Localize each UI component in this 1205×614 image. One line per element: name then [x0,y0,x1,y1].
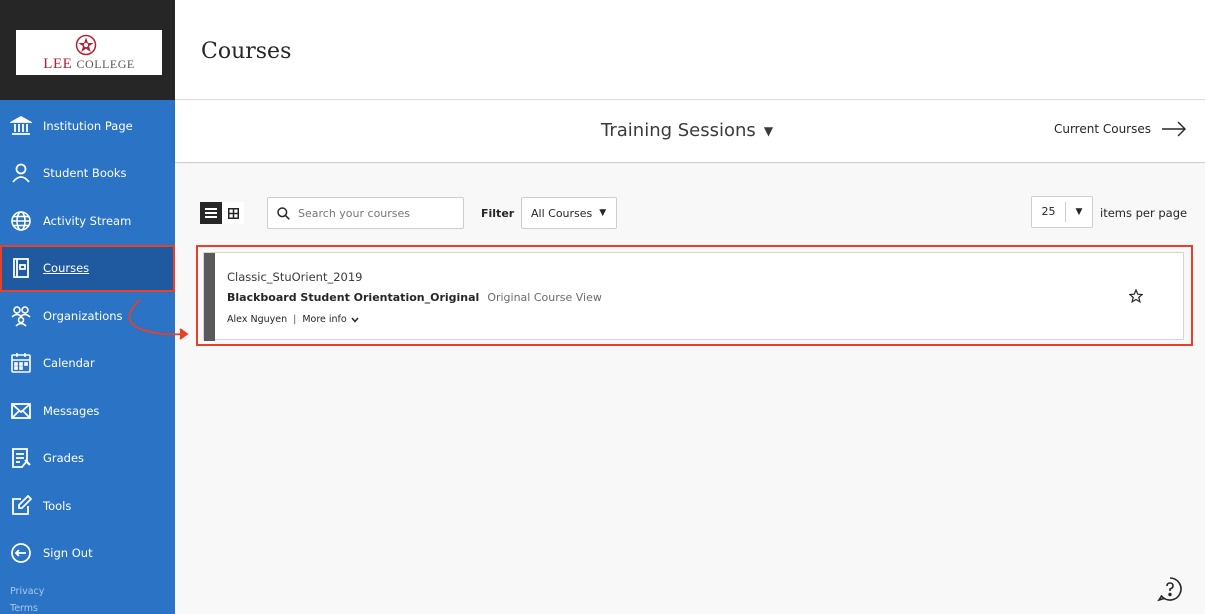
sidebar-item-label: Institution Page [43,118,133,133]
logo-text-first: Lee [43,56,73,72]
course-name-link[interactable]: Blackboard Student Orientation_Original [227,291,479,304]
sign-out-icon [10,542,32,564]
sidebar-item-label: Organizations [43,308,123,323]
course-meta: Alex Nguyen | More info [227,314,359,325]
search-icon [277,206,290,220]
sidebar-item-label: Courses [43,261,90,276]
meta-separator: | [293,314,297,325]
calendar-icon [10,352,32,374]
list-view-button[interactable] [200,202,222,224]
arrow-right-icon [1162,121,1186,137]
globe-icon [10,210,32,232]
current-courses-link[interactable]: Current Courses [1054,121,1187,137]
sidebar-item-grades[interactable]: Grades [0,435,175,483]
privacy-link[interactable]: Privacy [10,586,44,597]
search-input[interactable] [298,206,448,220]
caret-down-icon: ▼ [1075,207,1083,217]
grades-icon [10,447,32,469]
tools-icon [10,494,32,517]
sidebar-item-label: Messages [43,403,100,418]
sidebar-item-label: Activity Stream [43,213,132,228]
envelope-icon [10,400,32,422]
term-header: Training Sessions ▼ Current Courses [175,101,1205,163]
filter-dropdown[interactable]: All Courses ▼ [521,197,617,229]
caret-down-icon: ▼ [763,123,774,138]
more-info-link[interactable]: More info [302,314,359,325]
term-selector[interactable]: Training Sessions ▼ [601,120,773,141]
instructor-name: Alex Nguyen [227,314,288,325]
items-per-page-label: items per page [1100,206,1188,220]
course-search[interactable] [267,197,464,229]
sidebar-footer: Privacy Terms [10,586,44,614]
sidebar-item-courses[interactable]: Courses [0,244,175,292]
course-color-bar [204,253,215,341]
sidebar-item-label: Tools [43,498,72,513]
courses-icon [10,257,32,279]
sidebar-item-institution-page[interactable]: Institution Page [0,102,175,150]
sidebar-item-label: Grades [43,451,85,466]
filter-value: All Courses [531,206,593,220]
lee-college-emblem-icon [75,34,97,56]
grid-view-icon [227,207,239,219]
sidebar-item-tools[interactable]: Tools [0,482,175,530]
sidebar-item-sign-out[interactable]: Sign Out [0,530,175,578]
person-icon [10,162,32,184]
logo-text-second: College [76,57,135,71]
help-icon[interactable] [1157,576,1183,602]
sidebar-item-messages[interactable]: Messages [0,387,175,435]
grid-view-button[interactable] [222,202,244,224]
annotation-arrow-icon [128,299,189,340]
chevron-down-icon [351,317,359,323]
current-courses-label: Current Courses [1053,122,1151,136]
filter-label: Filter [481,207,515,220]
institution-icon [10,115,32,137]
logo-area: Lee College [0,0,175,100]
courses-main: Filter All Courses ▼ 25 ▼ items per page… [175,164,1205,614]
course-id: Classic_StuOrient_2019 [227,270,363,284]
star-icon[interactable] [1129,289,1143,303]
sidebar-item-label: Calendar [43,356,95,371]
organizations-icon [10,305,32,327]
sidebar-item-student-books[interactable]: Student Books [0,150,175,198]
course-view-type: Original Course View [487,291,602,304]
items-per-page-select[interactable]: 25 ▼ [1031,196,1093,228]
page-header: Courses [175,0,1205,100]
more-info-label: More info [302,314,347,325]
sidebar-item-label: Student Books [43,166,127,181]
page-title: Courses [201,39,292,64]
sidebar-item-label: Sign Out [43,546,93,561]
term-label: Training Sessions [601,120,756,141]
course-card[interactable]: Classic_StuOrient_2019 Blackboard Studen… [203,252,1184,341]
caret-down-icon: ▼ [599,208,607,218]
sidebar-item-activity-stream[interactable]: Activity Stream [0,197,175,245]
institution-logo[interactable]: Lee College [16,30,162,75]
list-view-icon [205,208,217,218]
view-toggle [200,202,244,224]
terms-link[interactable]: Terms [10,603,44,614]
items-per-page-value: 25 [1032,202,1066,222]
